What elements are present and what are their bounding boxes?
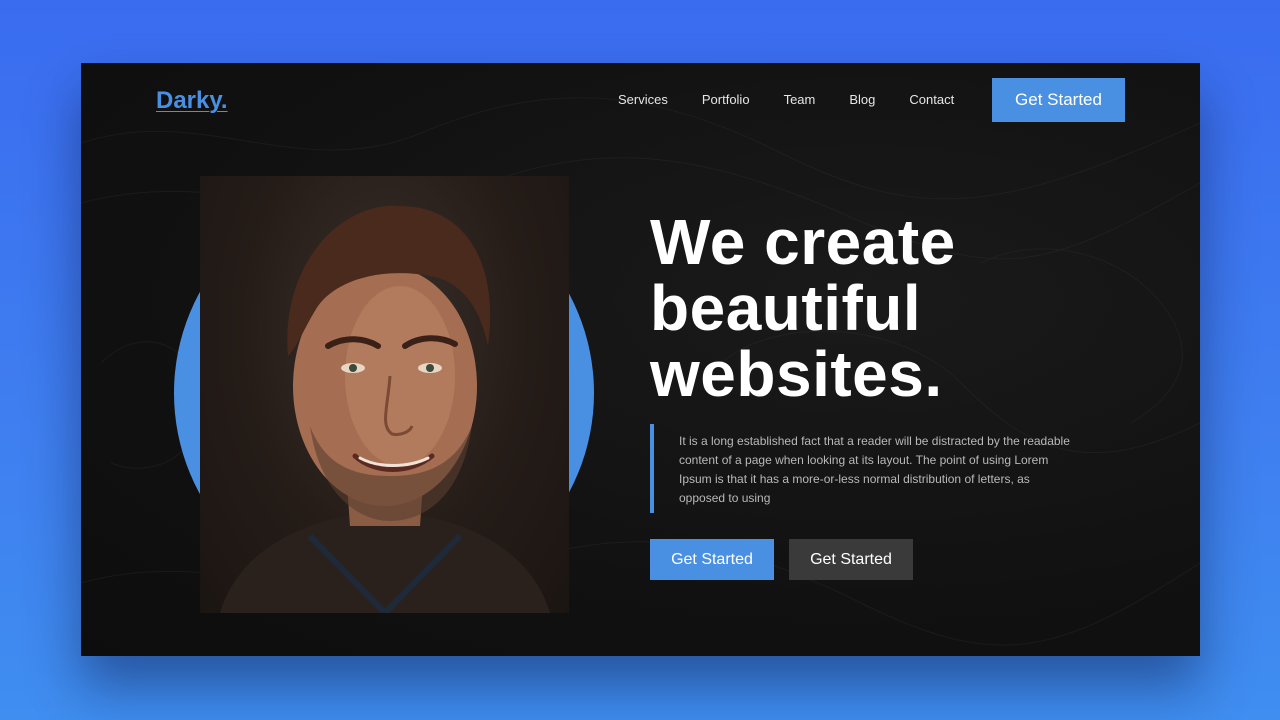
portrait-image [200,176,569,613]
hero-description: It is a long established fact that a rea… [679,434,1070,505]
website-frame: Darky. Services Portfolio Team Blog Cont… [81,63,1200,656]
secondary-get-started-button[interactable]: Get Started [789,539,913,580]
nav-services[interactable]: Services [618,93,668,107]
description-accent-bar [650,424,654,513]
hero-title-line-2: beautiful [650,272,922,344]
hero-title: We create beautiful websites. [650,209,1070,407]
nav-blog[interactable]: Blog [849,93,875,107]
primary-get-started-button[interactable]: Get Started [650,539,774,580]
hero-title-line-3: websites. [650,338,943,410]
header-get-started-button[interactable]: Get Started [992,78,1125,122]
nav-contact[interactable]: Contact [909,93,954,107]
logo[interactable]: Darky. [156,87,228,115]
main-nav: Services Portfolio Team Blog Contact [618,93,954,107]
nav-team[interactable]: Team [784,93,816,107]
nav-portfolio[interactable]: Portfolio [702,93,750,107]
hero-title-line-1: We create [650,206,956,278]
